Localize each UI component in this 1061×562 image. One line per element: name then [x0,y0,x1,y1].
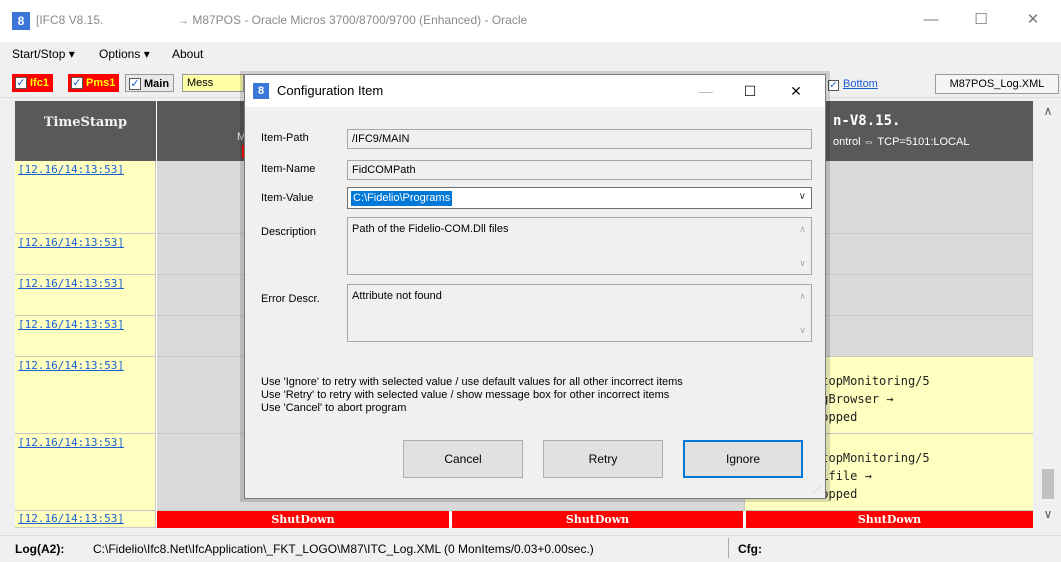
ifc1-toggle[interactable]: ✓ Ifc1 [12,74,53,92]
memo-scrollbar: ∧ ∨ [794,218,811,274]
window-title-prefix: [IFC8 V8.15. [36,13,104,27]
item-path-field: /IFC9/MAIN [347,129,812,149]
timestamp-header[interactable]: TimeStamp [15,101,156,161]
status-log-path: C:\Fidelio\Ifc8.Net\IfcApplication\_FKT_… [93,542,594,556]
window-title: → M87POS - Oracle Micros 3700/8700/9700 … [177,13,528,27]
dialog-title: Configuration Item [277,83,384,98]
ignore-button[interactable]: Ignore [683,440,803,478]
resize-grip-icon[interactable]: ⋰ [813,484,822,495]
scroll-down-icon: ∨ [799,325,806,335]
hint-cancel: Use 'Cancel' to abort program [261,402,407,414]
timestamp-cell[interactable]: [12.16/14:13:53] [15,357,156,434]
error-description-memo: Attribute not found ∧ ∨ [347,284,812,342]
error-description-label: Error Descr. [261,293,320,305]
dialog-title-bar[interactable]: 8 Configuration Item — ☐ ✕ [245,75,825,107]
description-text: Path of the Fidelio-COM.Dll files [352,223,509,235]
dialog-app-icon: 8 [253,83,269,99]
column-header-version: n-V8.15. [833,113,901,129]
description-memo: Path of the Fidelio-COM.Dll files ∧ ∨ [347,217,812,275]
hint-ignore: Use 'Ignore' to retry with selected valu… [261,376,683,388]
scroll-up-icon: ∧ [799,291,806,301]
item-value-combobox[interactable]: C:\Fidelio\Programs ∨ [347,187,812,209]
status-cfg-label: Cfg: [738,542,762,556]
maximize-button[interactable]: ☐ [963,8,999,32]
timestamp-cell[interactable]: [12.16/14:13:53] [15,434,156,511]
description-label: Description [261,226,317,238]
timestamp-cell[interactable]: [12.16/14:13:53] [15,316,156,357]
dialog-minimize-button: — [699,83,713,99]
ifc1-label: Ifc1 [30,77,49,89]
menu-start-stop[interactable]: Start/Stop ▾ [12,47,75,61]
checkbox-icon: ✓ [129,78,141,90]
minimize-button[interactable]: — [913,8,949,32]
scroll-thumb[interactable] [1042,469,1054,499]
main-label: Main [144,78,170,90]
retry-button[interactable]: Retry [543,440,663,478]
chevron-down-icon[interactable]: ∨ [799,191,806,202]
memo-scrollbar: ∧ ∨ [794,285,811,341]
title-bar: 8 [IFC8 V8.15. → M87POS - Oracle Micros … [0,0,1061,42]
checkbox-icon: ✓ [15,77,27,89]
menu-options[interactable]: Options ▾ [99,47,150,61]
dialog-close-button[interactable]: ✕ [781,79,811,103]
messages-filter[interactable]: Mess [182,74,244,92]
checkbox-icon: ✓ [71,77,83,89]
scroll-up-icon[interactable]: ∧ [1038,101,1058,121]
item-value-label: Item-Value [261,192,314,204]
menu-about[interactable]: About [172,47,203,61]
bottom-label: Bottom [843,78,878,90]
pms1-toggle[interactable]: ✓ Pms1 [68,74,120,92]
scroll-down-icon: ∨ [799,258,806,268]
shutdown-cell: ShutDown [452,511,743,528]
timestamp-cell[interactable]: [12.16/14:13:53] [15,275,156,316]
scroll-down-icon[interactable]: ∨ [1038,504,1058,524]
hint-retry: Use 'Retry' to retry with selected value… [261,389,670,401]
main-toggle[interactable]: ✓ Main [125,74,175,92]
item-path-label: Item-Path [261,132,309,144]
item-name-label: Item-Name [261,163,316,175]
close-button[interactable]: ✕ [1015,8,1051,32]
dialog-maximize-button[interactable]: ☐ [735,79,765,103]
item-value-selected[interactable]: C:\Fidelio\Programs [351,191,453,206]
timestamp-cell[interactable]: [12.16/14:13:53] [15,161,156,234]
scroll-up-icon: ∧ [799,224,806,234]
log-xml-button[interactable]: M87POS_Log.XML [935,74,1059,94]
menu-bar: Start/Stop ▾ Options ▾ About [0,42,1061,68]
shutdown-cell: ShutDown [746,511,1033,528]
timestamp-cell[interactable]: [12.16/14:13:53] [15,234,156,275]
error-description-text: Attribute not found [352,290,442,302]
timestamp-cell[interactable]: [12.16/14:13:53] [15,511,156,528]
status-log-label: Log(A2): [15,542,65,556]
status-divider [728,538,729,558]
item-name-field: FidCOMPath [347,160,812,180]
pms1-label: Pms1 [86,77,116,89]
shutdown-cell: ShutDown [157,511,449,528]
status-bar: Log(A2): C:\Fidelio\Ifc8.Net\IfcApplicat… [0,535,1061,562]
configuration-item-dialog: 8 Configuration Item — ☐ ✕ Item-Path /IF… [244,74,826,499]
app-icon: 8 [12,12,30,30]
cancel-button[interactable]: Cancel [403,440,523,478]
column-header-connection: ontrol ⇔ TCP=5101:LOCAL [833,136,970,148]
vertical-scrollbar[interactable]: ∧ ∨ [1038,101,1058,526]
bottom-toggle[interactable]: ✓ Bottom [828,78,878,91]
